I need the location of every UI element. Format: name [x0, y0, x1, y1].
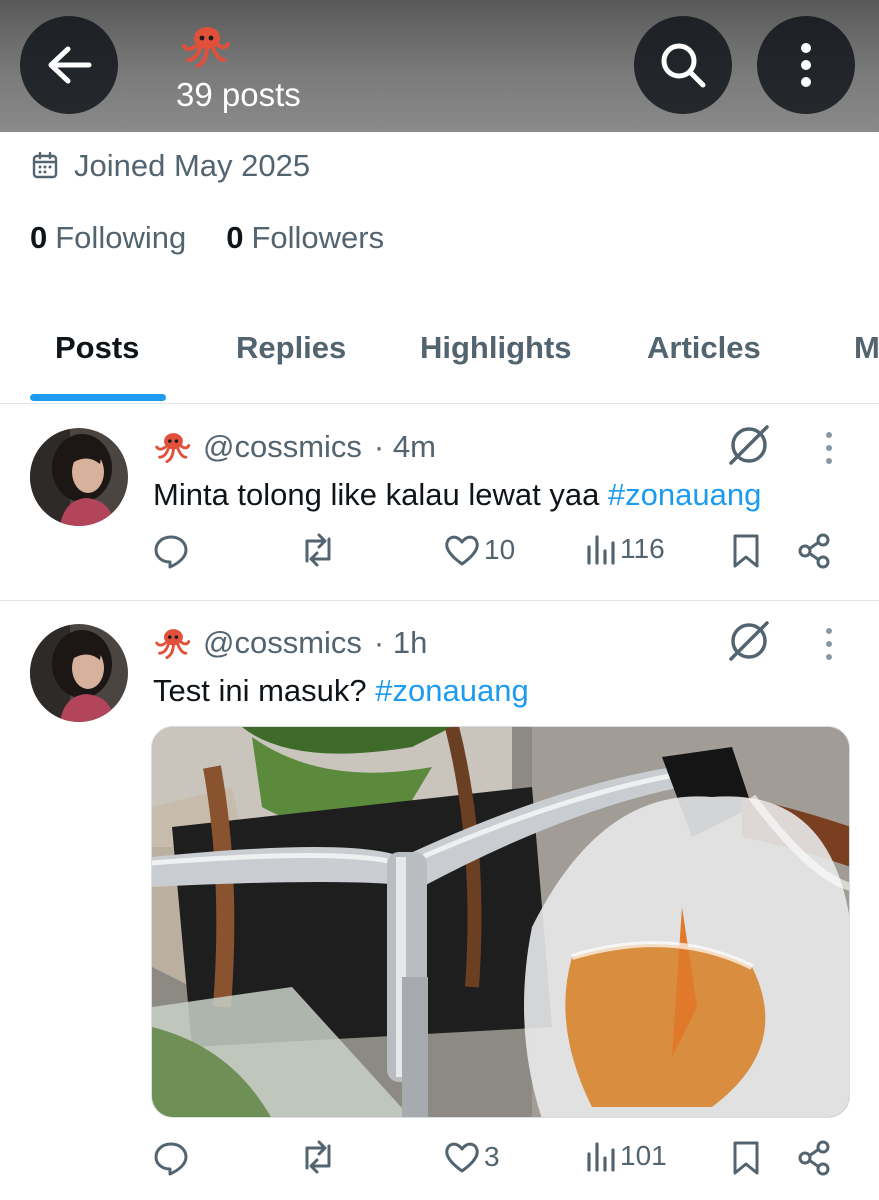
- arrow-left-icon: [48, 46, 92, 84]
- grok-icon[interactable]: [727, 619, 771, 663]
- view-count: 101: [620, 1140, 667, 1171]
- reply-icon: [154, 535, 188, 569]
- post-header: @cossmics · 1h: [153, 625, 427, 661]
- post-item[interactable]: @cossmics · 1h Test ini masuk? #zonauang: [0, 601, 879, 1200]
- reply-icon: [154, 1142, 188, 1176]
- search-button[interactable]: [634, 16, 732, 114]
- like-count: 10: [484, 534, 516, 565]
- repost-icon: [305, 533, 331, 567]
- hashtag-link[interactable]: #zonauang: [375, 673, 528, 708]
- following-count: 0: [30, 220, 48, 255]
- avatar-image: [30, 624, 128, 722]
- tab-articles[interactable]: Articles: [647, 330, 761, 366]
- hashtag-link[interactable]: #zonauang: [608, 477, 761, 512]
- following-link[interactable]: 0 Following: [30, 220, 186, 256]
- tab-highlights[interactable]: Highlights: [420, 330, 572, 366]
- views-button[interactable]: 116: [586, 533, 665, 565]
- share-icon: [798, 533, 830, 569]
- view-count: 116: [620, 533, 665, 564]
- post-text: Minta tolong like kalau lewat yaa #zonau…: [153, 477, 761, 513]
- search-icon: [661, 43, 706, 88]
- post-media-image[interactable]: [151, 726, 850, 1118]
- joined-text: Joined May 2025: [74, 148, 311, 183]
- repost-icon: [305, 1140, 331, 1174]
- post-handle[interactable]: @cossmics: [203, 429, 362, 465]
- grok-icon[interactable]: [727, 423, 771, 467]
- tab-media[interactable]: M: [854, 330, 879, 366]
- like-count: 3: [484, 1141, 500, 1172]
- joined-date: Joined May 2025: [32, 148, 310, 184]
- vertical-dots-icon: [801, 43, 811, 87]
- tab-replies[interactable]: Replies: [236, 330, 346, 366]
- like-button[interactable]: 10: [444, 533, 515, 567]
- active-tab-indicator: [30, 394, 166, 401]
- post-time: · 1h: [373, 625, 428, 660]
- following-label: Following: [55, 220, 187, 255]
- followers-label: Followers: [251, 220, 385, 255]
- post-header: @cossmics · 4m: [153, 429, 436, 465]
- views-chart-icon: [587, 535, 615, 565]
- heart-icon: [445, 1142, 479, 1173]
- post-count: 39 posts: [176, 76, 301, 113]
- octopus-emoji-icon: [155, 629, 191, 659]
- octopus-emoji-icon: [182, 27, 230, 68]
- avatar[interactable]: [30, 428, 128, 526]
- post-item[interactable]: @cossmics · 4m Minta tolong like kalau l…: [0, 405, 879, 600]
- share-icon: [798, 1140, 830, 1176]
- post-actions: 3 101: [0, 1140, 879, 1190]
- follow-stats: 0 Following 0 Followers: [30, 220, 384, 256]
- avatar[interactable]: [30, 624, 128, 722]
- bookmark-icon: [733, 534, 759, 568]
- more-options-button[interactable]: [757, 16, 855, 114]
- post-text: Test ini masuk? #zonauang: [153, 673, 529, 709]
- like-button[interactable]: 3: [444, 1140, 500, 1174]
- tab-posts[interactable]: Posts: [55, 330, 139, 366]
- repost-button[interactable]: [299, 533, 337, 567]
- share-button[interactable]: [797, 1140, 833, 1176]
- heart-icon: [445, 535, 479, 566]
- profile-tabs: Posts Replies Highlights Articles M: [0, 300, 879, 404]
- post-body: Minta tolong like kalau lewat yaa: [153, 477, 608, 512]
- post-more-icon[interactable]: [822, 431, 836, 465]
- followers-count: 0: [226, 220, 244, 255]
- share-button[interactable]: [797, 533, 833, 569]
- avatar-image: [30, 428, 128, 526]
- post-actions: 10 116: [0, 533, 879, 583]
- post-time: · 4m: [373, 429, 436, 464]
- bookmark-button[interactable]: [731, 1140, 761, 1176]
- bookmark-icon: [733, 1141, 759, 1175]
- profile-header-bar: 39 posts: [0, 0, 879, 132]
- bicycle-handlebar-photo: [152, 727, 849, 1117]
- repost-button[interactable]: [299, 1140, 337, 1174]
- reply-button[interactable]: [153, 1140, 189, 1176]
- octopus-emoji-icon: [155, 433, 191, 463]
- views-button[interactable]: 101: [586, 1140, 667, 1172]
- post-handle[interactable]: @cossmics: [203, 625, 362, 661]
- views-chart-icon: [587, 1142, 615, 1172]
- calendar-icon: [32, 152, 58, 179]
- post-body: Test ini masuk?: [153, 673, 376, 708]
- back-button[interactable]: [20, 16, 118, 114]
- post-more-icon[interactable]: [822, 627, 836, 661]
- followers-link[interactable]: 0 Followers: [226, 220, 384, 256]
- reply-button[interactable]: [153, 533, 189, 569]
- bookmark-button[interactable]: [731, 533, 761, 569]
